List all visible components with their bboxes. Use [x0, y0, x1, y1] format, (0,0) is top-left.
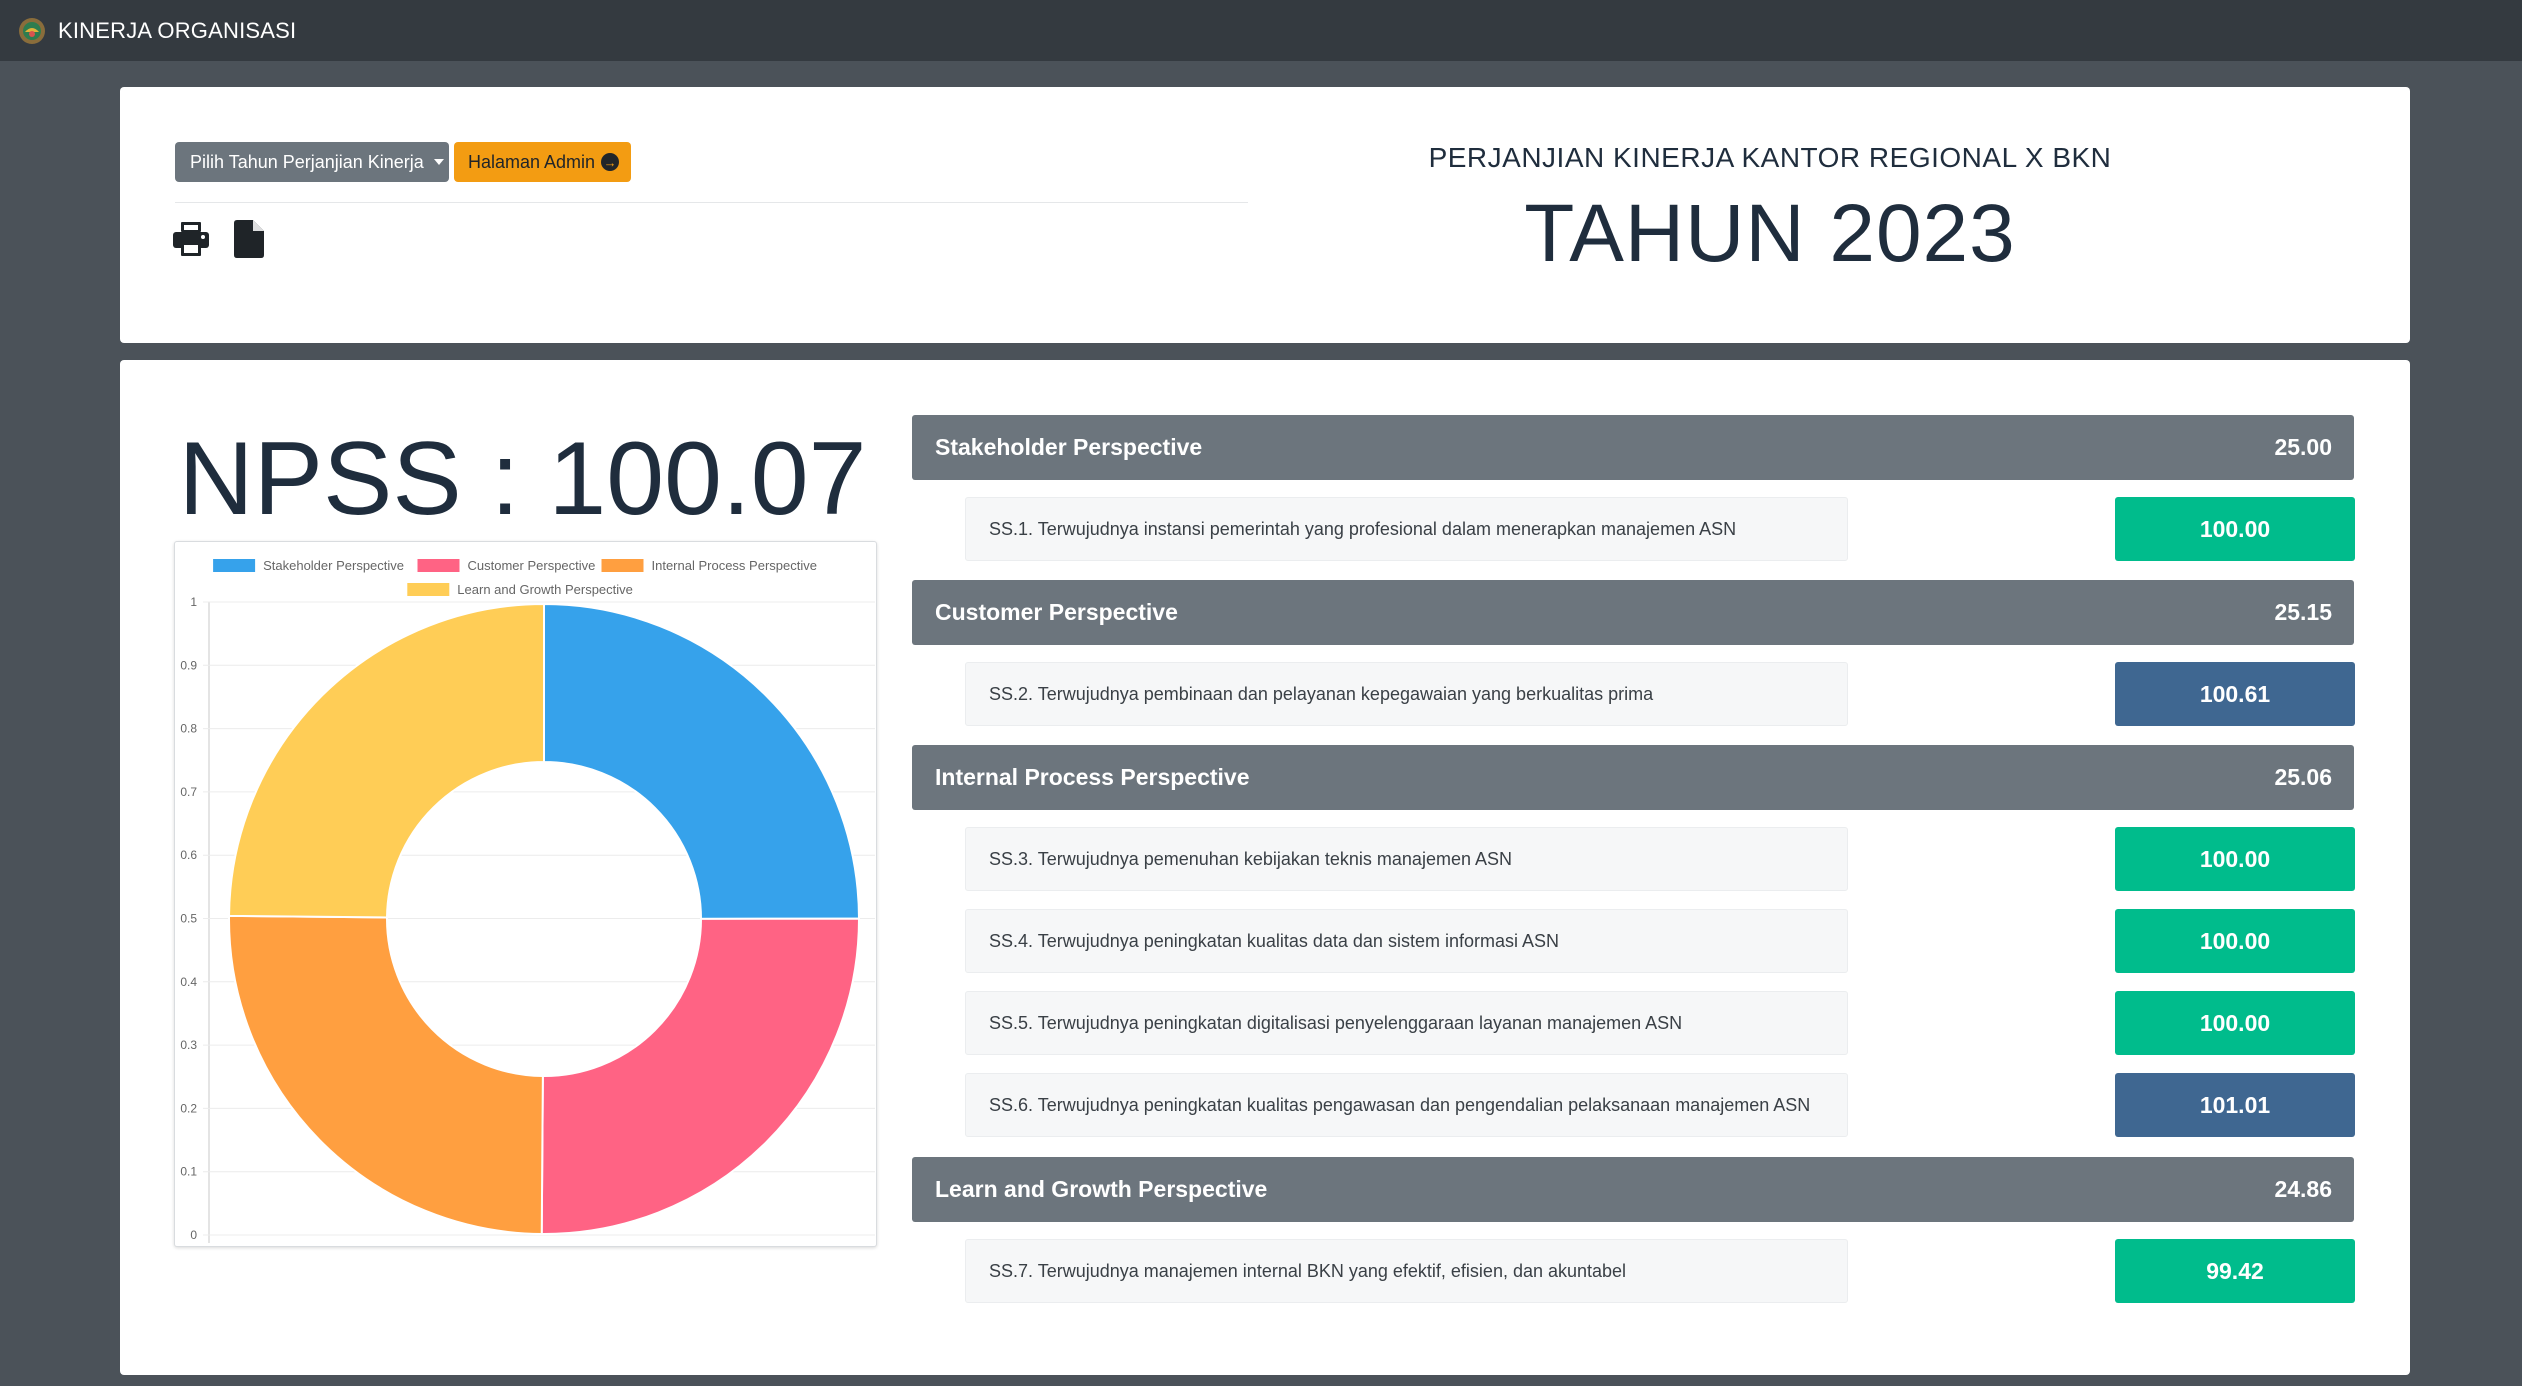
strategic-goal-item: SS.6. Terwujudnya peningkatan kualitas p… [965, 1073, 1848, 1137]
strategic-goal-value-badge[interactable]: 100.61 [2115, 662, 2355, 726]
y-tick-label: 0.5 [180, 912, 197, 926]
perspective-header: Learn and Growth Perspective 24.86 [912, 1157, 2354, 1222]
legend-swatch[interactable] [213, 559, 256, 572]
y-tick-label: 0.7 [180, 785, 197, 799]
divider [175, 202, 1248, 203]
perspective-score: 25.15 [2274, 599, 2332, 625]
main-card: NPSS : 100.07 Stakeholder Perspective Cus… [120, 360, 2410, 1375]
doughnut-slice[interactable] [228, 914, 544, 1235]
admin-page-button[interactable]: Halaman Admin → [454, 142, 631, 182]
legend-label[interactable]: Internal Process Perspective [652, 558, 817, 573]
strategic-goal-value-badge[interactable]: 100.00 [2115, 497, 2355, 561]
strategic-goal-item: SS.1. Terwujudnya instansi pemerintah ya… [965, 497, 1848, 561]
y-tick-label: 0.6 [180, 848, 197, 862]
perspective-header: Customer Perspective 25.15 [912, 580, 2354, 645]
npss-score: NPSS : 100.07 [178, 421, 867, 537]
brand-title[interactable]: KINERJA ORGANISASI [58, 18, 296, 44]
page-subtitle: PERJANJIAN KINERJA KANTOR REGIONAL X BKN [1428, 142, 2112, 173]
file-icon[interactable] [234, 220, 264, 258]
legend-swatch[interactable] [407, 583, 450, 596]
strategic-goal-value-badge[interactable]: 100.00 [2115, 909, 2355, 973]
y-tick-label: 0 [190, 1228, 197, 1242]
strategic-goal-value-badge[interactable]: 100.00 [2115, 991, 2355, 1055]
doughnut-slice[interactable] [228, 602, 545, 919]
perspective-score: 25.00 [2274, 434, 2332, 460]
perspective-name: Customer Perspective [935, 599, 1178, 625]
perspective-name: Learn and Growth Perspective [935, 1176, 1268, 1202]
doughnut-slice[interactable] [540, 917, 861, 1235]
doughnut-slice[interactable] [543, 602, 861, 920]
header-card: Pilih Tahun Perjanjian Kinerja Halaman A… [120, 87, 2410, 343]
strategic-goal-value-badge[interactable]: 99.42 [2115, 1239, 2355, 1303]
bkn-logo-icon[interactable] [16, 15, 48, 47]
page-title: TAHUN 2023 [1524, 188, 2016, 279]
perspective-score: 24.86 [2274, 1176, 2332, 1202]
admin-button-label: Halaman Admin [468, 151, 596, 172]
strategic-goal-item: SS.2. Terwujudnya pembinaan dan pelayana… [965, 662, 1848, 726]
year-dropdown-button[interactable]: Pilih Tahun Perjanjian Kinerja [175, 142, 449, 182]
y-tick-label: 0.9 [180, 658, 197, 672]
year-dropdown-label: Pilih Tahun Perjanjian Kinerja [190, 151, 424, 172]
print-icon[interactable] [172, 220, 210, 258]
legend-label[interactable]: Stakeholder Perspective [263, 558, 404, 573]
y-tick-label: 0.3 [180, 1038, 197, 1052]
strategic-goal-item: SS.4. Terwujudnya peningkatan kualitas d… [965, 909, 1848, 973]
legend-swatch[interactable] [601, 559, 644, 572]
y-tick-label: 0.4 [180, 975, 197, 989]
legend-swatch[interactable] [417, 559, 460, 572]
strategic-goal-value-badge[interactable]: 101.01 [2115, 1073, 2355, 1137]
y-tick-label: 1 [190, 595, 197, 609]
perspective-score: 25.06 [2274, 764, 2332, 790]
strategic-goal-value-badge[interactable]: 100.00 [2115, 827, 2355, 891]
strategic-goal-item: SS.5. Terwujudnya peningkatan digitalisa… [965, 991, 1848, 1055]
chart-canvas: Stakeholder Perspective Customer Perspect… [180, 558, 875, 1243]
y-tick-label: 0.8 [180, 722, 197, 736]
y-tick-label: 0.1 [180, 1165, 197, 1179]
doughnut-chart: Stakeholder Perspective Customer Perspect… [174, 541, 877, 1247]
strategic-goal-item: SS.3. Terwujudnya pemenuhan kebijakan te… [965, 827, 1848, 891]
arrow-circle-right-icon: → [601, 153, 620, 171]
perspective-name: Internal Process Perspective [935, 764, 1250, 790]
legend-label[interactable]: Customer Perspective [468, 558, 596, 573]
legend-label[interactable]: Learn and Growth Perspective [457, 582, 633, 597]
strategic-goal-item: SS.7. Terwujudnya manajemen internal BKN… [965, 1239, 1848, 1303]
navbar: KINERJA ORGANISASI [0, 0, 2522, 61]
caret-down-icon [433, 159, 444, 165]
perspective-header: Internal Process Perspective 25.06 [912, 745, 2354, 810]
y-tick-label: 0.2 [180, 1101, 197, 1115]
perspective-header: Stakeholder Perspective 25.00 [912, 415, 2354, 480]
perspective-name: Stakeholder Perspective [935, 434, 1203, 460]
